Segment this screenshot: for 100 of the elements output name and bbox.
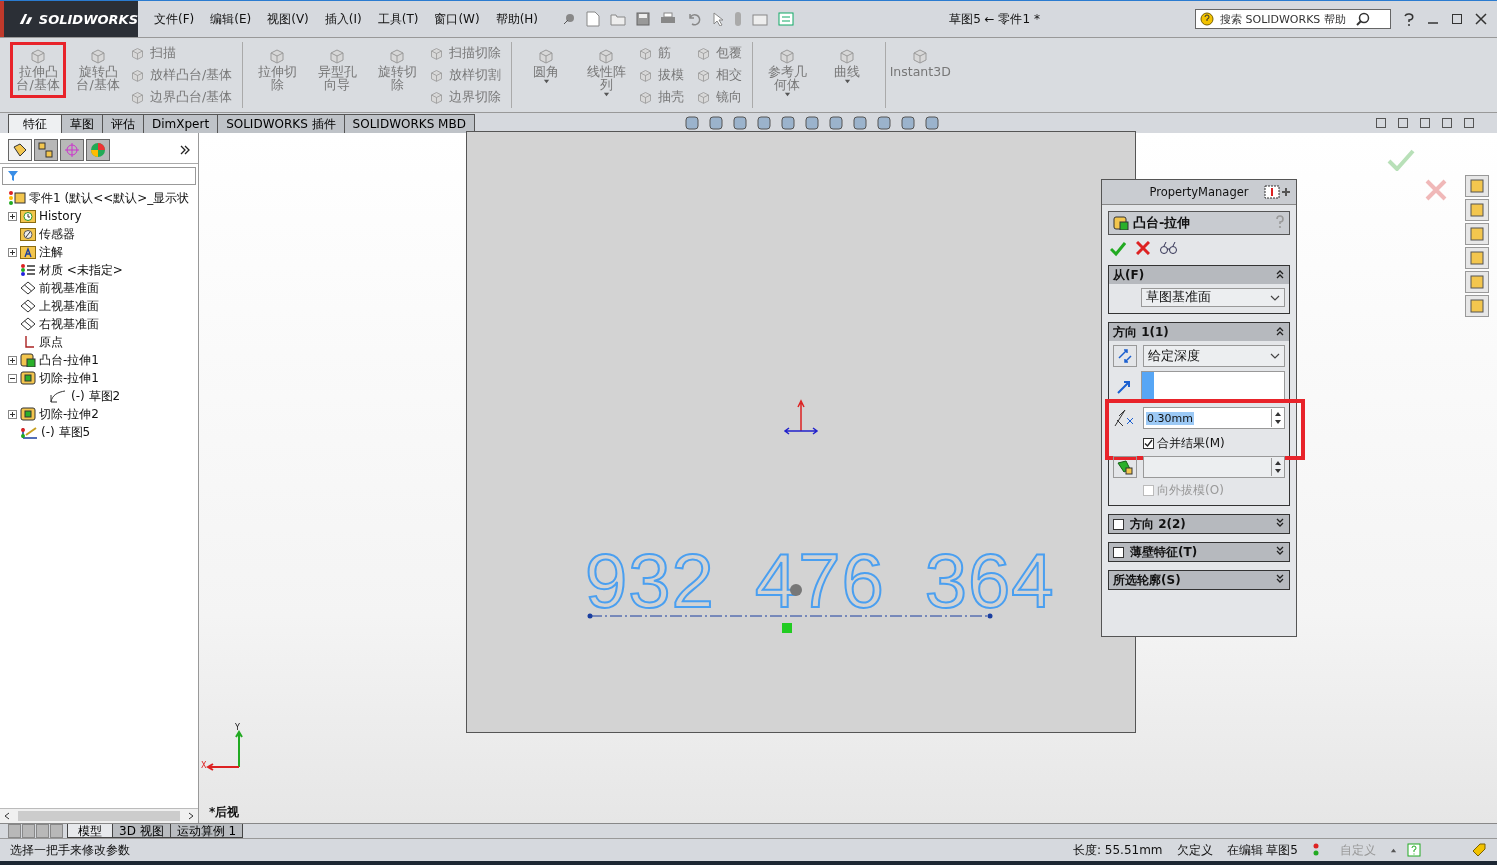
section-title: 方向 1(1) [1113,323,1169,341]
tree-item[interactable]: (-) 草图2 [71,387,121,405]
expand-icon[interactable] [1275,546,1285,556]
tree-item[interactable]: (-) 草图5 [41,423,91,441]
expand-toggle-icon[interactable] [8,355,17,365]
section-header[interactable]: 方向 2(2) [1109,515,1289,533]
expand-toggle-icon[interactable] [8,247,17,257]
property-manager-tab[interactable] [34,139,58,161]
draft-button[interactable] [1113,456,1137,478]
tree-item[interactable]: 原点 [39,333,63,351]
tree-item[interactable]: 注解 [39,243,63,261]
menu-item[interactable]: 插入(I) [316,10,370,28]
expand-toggle-icon[interactable] [8,211,17,221]
tree-root[interactable]: 零件1 (默认<<默认>_显示状 [29,189,190,207]
plane-icon [20,317,36,331]
spinner-arrows[interactable] [1271,409,1284,427]
section-header[interactable]: 从(F) [1109,266,1289,284]
dropdown-arrow-icon[interactable] [843,78,851,85]
collapse-icon[interactable] [1275,269,1285,279]
expand-toggle-icon[interactable] [8,409,17,419]
filter-field[interactable] [2,167,196,185]
menu-item[interactable]: 帮助(H) [487,10,547,28]
expand-icon[interactable] [1275,518,1285,528]
chevron-icon[interactable] [1270,293,1280,302]
tree-item[interactable]: History [39,209,82,223]
collapse-icon[interactable] [1275,326,1285,336]
menu-item[interactable]: 文件(F) [146,10,203,28]
save-icon[interactable] [636,12,651,26]
print-icon[interactable] [660,12,677,26]
menu-item[interactable]: 视图(V) [259,10,317,28]
tree-item[interactable]: 前视基准面 [39,279,99,297]
preview-glasses-icon[interactable] [1160,241,1178,255]
checkbox[interactable]: 合并结果(M) [1143,435,1285,452]
feature-title: 凸台-拉伸 [1133,214,1191,232]
tree-item[interactable]: 传感器 [39,225,75,243]
tree-item[interactable]: 切除-拉伸2 [39,405,99,423]
dropdown-arrow-icon[interactable] [783,91,791,98]
crosshair-tab[interactable] [60,139,84,161]
gauge-folder-icon [20,227,36,241]
tab[interactable]: SOLIDWORKS 插件 [217,114,345,133]
view-name: *后视 [209,804,240,821]
plane-icon [20,281,36,295]
dropdown[interactable]: 给定深度 [1143,345,1285,367]
feature-manager-tab[interactable] [8,139,32,161]
cube-icon [696,67,712,83]
maximize-icon[interactable] [1451,13,1463,25]
dropdown[interactable]: 草图基准面 [1141,288,1285,307]
section-header[interactable]: 所选轮廓(S) [1109,571,1289,589]
tab[interactable]: 评估 [102,114,144,133]
letter-folder-icon [20,245,36,259]
menu-item[interactable]: 窗口(W) [426,10,488,28]
tab[interactable]: 模型 [67,824,113,838]
pin-icon[interactable] [1264,185,1292,199]
section-header[interactable]: 方向 1(1) [1109,323,1289,341]
depth-field[interactable]: 0.30mm [1143,407,1285,429]
tag-icon[interactable] [1471,842,1487,858]
select-cursor-icon[interactable] [712,12,725,26]
handle-icon[interactable] [789,583,803,597]
tab[interactable]: DimXpert [143,114,219,133]
app-logo: SOLIDWORKS [0,1,138,37]
tab[interactable]: SOLIDWORKS MBD [343,114,475,133]
menu-item[interactable]: 工具(T) [369,10,427,28]
appearance-tab[interactable] [86,139,110,161]
collapse-toggle-icon[interactable] [8,373,17,383]
tree-item[interactable]: 材质 <未指定> [39,261,123,279]
search-field[interactable]: 搜索 SOLIDWORKS 帮助 [1195,9,1391,29]
checkbox[interactable] [1113,546,1124,558]
material-list-icon [20,263,36,277]
tree-item[interactable]: 凸台-拉伸1 [39,351,99,369]
tab[interactable]: 3D 视图 [112,824,171,838]
tree-item[interactable]: 切除-拉伸1 [39,369,99,387]
tree-item[interactable]: 右视基准面 [39,315,99,333]
cancel-icon[interactable] [1136,241,1150,255]
scroll-right-icon[interactable] [188,812,194,820]
dropdown-arrow-icon[interactable] [602,91,610,98]
tab[interactable]: 草图 [61,114,103,133]
ok-check-icon[interactable] [1110,241,1126,257]
draft-angle-field[interactable] [1143,456,1285,478]
tab[interactable]: 特征 [8,114,62,133]
reverse-direction-button[interactable] [1113,345,1137,367]
checkbox[interactable] [1113,518,1124,530]
menu-item[interactable]: 编辑(E) [202,10,260,28]
cube-icon [911,47,930,65]
more-tabs-icon[interactable] [180,145,190,155]
spinner-arrows[interactable] [1271,458,1284,476]
tab[interactable]: 运动算例 1 [169,824,244,838]
scroll-left-icon[interactable] [4,812,10,820]
horizontal-scrollbar[interactable] [0,808,198,823]
section-header[interactable]: 薄壁特征(T) [1109,543,1289,561]
help-icon[interactable] [1403,12,1415,26]
expand-icon[interactable] [1275,574,1285,584]
search-icon[interactable] [1356,12,1370,26]
origin-marker-drawing [783,399,819,437]
tree-item[interactable]: 上视基准面 [39,297,99,315]
dropdown-arrow-icon[interactable] [542,78,550,85]
chevron-icon[interactable] [1270,352,1280,360]
cube-icon [268,47,287,65]
feature-tree-icon [12,143,28,157]
cube-icon [130,89,145,105]
caret-icon[interactable] [1390,846,1397,854]
